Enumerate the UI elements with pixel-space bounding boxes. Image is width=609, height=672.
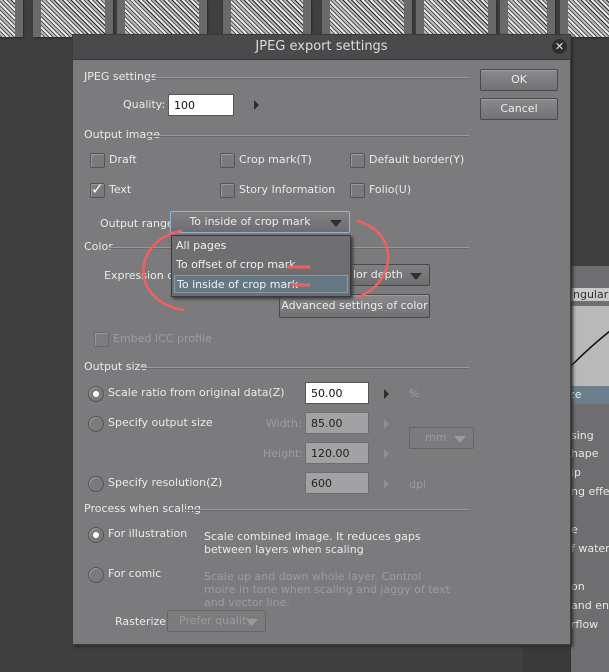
rasterize-select[interactable]: Prefer quality (167, 610, 266, 632)
page-thumbnail[interactable] (223, 0, 311, 37)
dpi-unit: dpi (409, 478, 427, 491)
output-range-select[interactable]: To inside of crop mark (170, 211, 350, 233)
specify-resolution-radio[interactable] (88, 476, 104, 492)
output-range-label: Output range: (100, 217, 178, 230)
for-comic-radio[interactable] (88, 567, 104, 583)
page-thumbnail[interactable] (0, 0, 23, 37)
width-label: Width: (266, 417, 302, 430)
chevron-down-icon (246, 619, 258, 626)
curve-graph (571, 306, 609, 388)
text-checkbox[interactable] (90, 180, 105, 198)
dialog-title: JPEG export settings (73, 35, 570, 60)
rasterize-label: Rasterize: (115, 615, 170, 628)
ok-button[interactable]: OK (480, 69, 558, 91)
height-label: Height: (263, 447, 304, 460)
panel-item[interactable]: f waterc (571, 542, 609, 555)
folio-checkbox[interactable] (350, 183, 365, 198)
chevron-down-icon (454, 436, 466, 443)
quality-slider-arrow-icon[interactable] (254, 100, 259, 110)
rasterize-value: Prefer quality (179, 614, 253, 627)
page-thumbnail[interactable] (500, 0, 555, 37)
text-label: Text (109, 183, 132, 196)
panel-item[interactable]: and end (571, 599, 609, 612)
default-border-label: Default border(Y) (369, 153, 465, 166)
height-input[interactable]: 120.00 (305, 442, 369, 464)
specify-resolution-label: Specify resolution(Z) (108, 476, 223, 489)
quality-label: Quality: (123, 98, 166, 111)
crop-mark-label: Crop mark(T) (239, 153, 312, 166)
default-border-checkbox[interactable] (350, 153, 365, 168)
chevron-down-icon (410, 273, 422, 280)
output-range-dropdown: All pages To offset of crop mark To insi… (171, 235, 351, 297)
draft-checkbox[interactable] (90, 153, 105, 168)
dropdown-option-all-pages[interactable]: All pages (174, 237, 348, 255)
divider (141, 367, 469, 369)
folio-label: Folio(U) (369, 183, 412, 196)
page-thumbnail[interactable] (322, 0, 412, 37)
divider (147, 135, 469, 137)
panel-item[interactable]: ip (571, 466, 581, 479)
panel-item[interactable]: on (571, 580, 585, 593)
unit-value: mm (425, 431, 447, 444)
jpeg-export-dialog: JPEG export settings ✕ OK Cancel JPEG se… (72, 34, 571, 645)
panel-item-selected[interactable]: ze (569, 386, 609, 404)
divider (149, 77, 469, 79)
chevron-down-icon (330, 220, 342, 227)
draft-label: Draft (109, 153, 137, 166)
divider (185, 509, 469, 511)
advanced-color-settings-button[interactable]: Advanced settings of color (279, 294, 430, 318)
cancel-button[interactable]: Cancel (480, 98, 558, 120)
panel-item[interactable]: hape (571, 447, 598, 460)
unit-select[interactable]: mm (409, 427, 474, 449)
crop-mark-checkbox[interactable] (220, 153, 235, 168)
specify-output-size-label: Specify output size (108, 416, 213, 429)
expression-color-label: Expression co (104, 269, 180, 282)
story-information-label: Story Information (239, 183, 336, 196)
section-process-when-scaling: Process when scaling (84, 502, 202, 515)
panel-item[interactable]: rflow (571, 618, 598, 631)
dropdown-option-inside-of-crop-mark[interactable]: To inside of crop mark (174, 275, 348, 293)
story-information-checkbox[interactable] (220, 183, 235, 198)
scale-ratio-radio[interactable] (88, 386, 104, 402)
page-thumbnail[interactable] (117, 0, 207, 37)
width-arrow-icon[interactable] (384, 419, 389, 429)
section-jpeg-settings: JPEG settings (84, 70, 157, 83)
panel-item[interactable]: e (571, 523, 578, 536)
scale-ratio-input[interactable]: 50.00 (305, 382, 369, 404)
resolution-input[interactable]: 600 (305, 472, 369, 494)
scale-ratio-label: Scale ratio from original data(Z) (108, 386, 285, 399)
height-arrow-icon[interactable] (384, 449, 389, 459)
page-thumbnail[interactable] (416, 0, 496, 37)
embed-icc-label: Embed ICC profile (113, 332, 212, 345)
quality-input[interactable]: 100 (168, 94, 234, 116)
output-range-value: To inside of crop mark (189, 215, 311, 228)
panel-header: ngular (571, 288, 609, 301)
close-icon[interactable]: ✕ (552, 39, 567, 54)
width-input[interactable]: 85.00 (305, 412, 369, 434)
panel-item[interactable]: sing (571, 429, 594, 442)
for-comic-description: Scale up and down whole layer. Control m… (204, 570, 450, 609)
for-illustration-radio[interactable] (88, 527, 104, 543)
expression-color-value: lor depth (353, 268, 403, 281)
percent-unit: % (409, 387, 420, 400)
panel-item[interactable]: ng effect (571, 485, 609, 498)
resolution-arrow-icon[interactable] (384, 479, 389, 489)
for-illustration-description: Scale combined image. It reduces gaps be… (204, 530, 421, 556)
specify-output-size-radio[interactable] (88, 416, 104, 432)
for-illustration-label: For illustration (108, 527, 188, 540)
page-thumbnail[interactable] (33, 0, 113, 37)
embed-icc-checkbox[interactable] (94, 332, 109, 347)
page-thumbnail[interactable] (560, 0, 609, 37)
brush-settings-panel: ngular ze sing hape ip ng effect e f wat… (569, 266, 609, 672)
for-comic-label: For comic (108, 567, 162, 580)
section-output-size: Output size (84, 360, 148, 373)
dropdown-option-offset-of-crop-mark[interactable]: To offset of crop mark (174, 256, 348, 274)
scale-ratio-arrow-icon[interactable] (384, 389, 389, 399)
